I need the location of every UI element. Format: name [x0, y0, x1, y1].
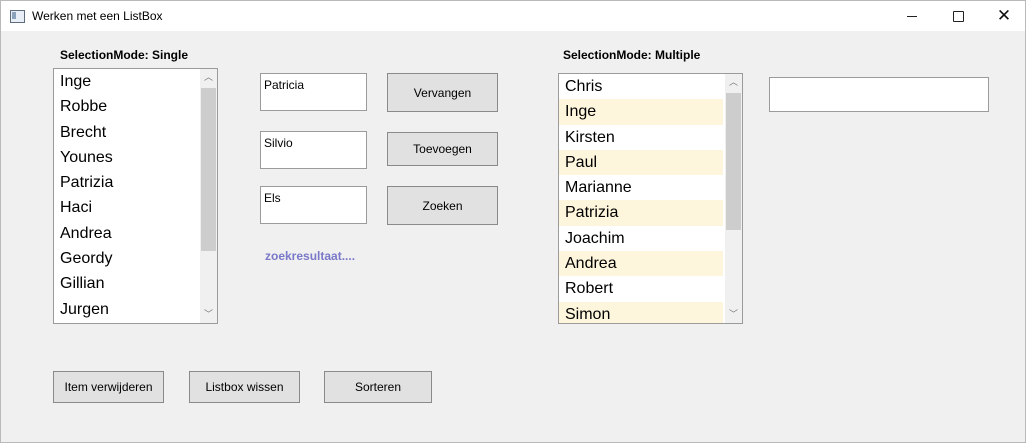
list-item[interactable]: Robert: [559, 276, 723, 301]
single-scroll-thumb[interactable]: [201, 88, 216, 251]
list-item[interactable]: Kirsten: [559, 125, 723, 150]
window-title: Werken met een ListBox: [32, 9, 163, 23]
list-item[interactable]: Inge: [559, 99, 723, 125]
list-item[interactable]: Gillian: [54, 271, 199, 296]
list-item[interactable]: Patrizia: [559, 200, 723, 226]
list-item[interactable]: Haci: [54, 195, 199, 220]
list-item[interactable]: Jurgen: [54, 297, 199, 322]
maximize-icon: [952, 10, 964, 22]
single-list-items: Inge Robbe Brecht Younes Patrizia Haci Andrea G…: [54, 69, 199, 322]
scroll-up-arrow-icon[interactable]: ︿: [200, 69, 217, 86]
close-button[interactable]: ✕: [981, 1, 1026, 31]
multi-output-input[interactable]: [769, 77, 989, 112]
search-input[interactable]: Els: [260, 186, 367, 224]
remove-item-button[interactable]: Item verwijderen: [53, 371, 164, 403]
list-item[interactable]: Chris: [559, 74, 723, 99]
list-item[interactable]: Simon: [559, 301, 723, 323]
scroll-down-arrow-icon[interactable]: ﹀: [725, 306, 742, 323]
single-scrollbar[interactable]: ︿ ﹀: [200, 69, 217, 323]
replace-button[interactable]: Vervangen: [387, 73, 498, 112]
sort-button[interactable]: Sorteren: [324, 371, 432, 403]
list-item[interactable]: Patrizia: [54, 170, 199, 195]
list-item[interactable]: Geordy: [54, 246, 199, 271]
minimize-button[interactable]: [889, 1, 935, 31]
single-listbox[interactable]: Inge Robbe Brecht Younes Patrizia Haci Andrea G…: [53, 68, 218, 324]
list-item[interactable]: Marianne: [559, 175, 723, 200]
app-window-icon: [10, 10, 25, 23]
list-item[interactable]: Inge: [54, 69, 199, 94]
title-bar: Werken met een ListBox ✕: [1, 1, 1025, 31]
multiple-list-items: Chris Inge Kirsten Paul Marianne Patrizia Joac…: [559, 74, 723, 323]
maximize-button[interactable]: [935, 1, 981, 31]
list-item[interactable]: Andrea: [559, 251, 723, 277]
search-result-label: zoekresultaat....: [265, 249, 356, 263]
multiple-scroll-thumb[interactable]: [726, 93, 741, 230]
list-item[interactable]: Robbe: [54, 94, 199, 119]
search-button[interactable]: Zoeken: [387, 186, 498, 225]
main-window: Werken met een ListBox ✕ SelectionMode: …: [0, 0, 1026, 443]
scroll-down-arrow-icon[interactable]: ﹀: [200, 306, 217, 323]
add-button[interactable]: Toevoegen: [387, 132, 498, 166]
replace-input[interactable]: Patricia: [260, 73, 367, 111]
list-item[interactable]: Younes: [54, 145, 199, 170]
multiple-listbox[interactable]: Chris Inge Kirsten Paul Marianne Patrizia Joac…: [558, 73, 743, 324]
multiple-scrollbar[interactable]: ︿ ﹀: [725, 74, 742, 323]
multiple-label: SelectionMode: Multiple: [563, 48, 701, 62]
close-icon: ✕: [996, 5, 1012, 26]
list-item[interactable]: Joachim: [559, 226, 723, 251]
scroll-up-arrow-icon[interactable]: ︿: [725, 74, 742, 91]
list-item[interactable]: Paul: [559, 149, 723, 176]
list-item[interactable]: Andrea: [54, 221, 199, 246]
list-item[interactable]: Brecht: [54, 120, 199, 145]
single-label: SelectionMode: Single: [60, 48, 189, 62]
clear-listbox-button[interactable]: Listbox wissen: [189, 371, 300, 403]
add-input[interactable]: Silvio: [260, 131, 367, 169]
minimize-icon: [907, 15, 917, 17]
